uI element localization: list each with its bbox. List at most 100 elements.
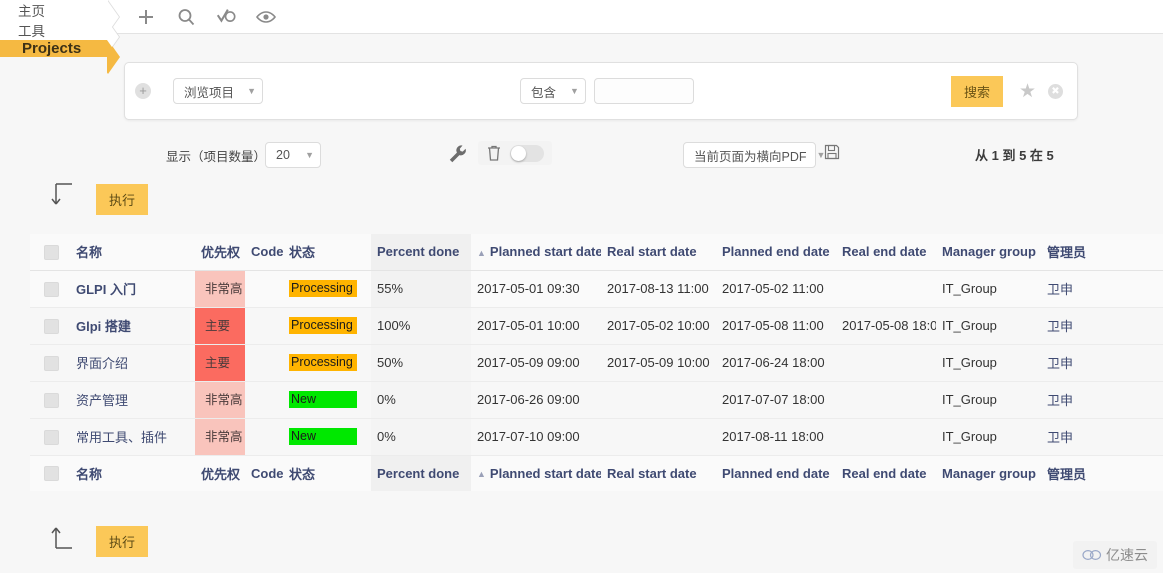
- footer-column-状态[interactable]: 状态: [283, 454, 371, 491]
- header-column-planned-start-date[interactable]: ▲ Planned start date: [471, 234, 601, 271]
- header-column-real-end-date[interactable]: Real end date: [836, 234, 936, 271]
- cell-name: 常用工具、插件: [70, 418, 195, 456]
- row-checkbox[interactable]: [44, 281, 59, 297]
- floppy-disk-icon[interactable]: [824, 144, 840, 160]
- column-label: Real start date: [607, 244, 697, 260]
- header-column-管理员[interactable]: 管理员: [1041, 234, 1163, 271]
- table-row[interactable]: 常用工具、插件 非常高 New 0% 2017-07-10 09:00 2017-08-1…: [30, 418, 1163, 456]
- breadcrumb-item-3[interactable]: Projects: [0, 40, 121, 74]
- header-select-all-cell: [30, 234, 70, 271]
- cell-status: Processing: [283, 270, 371, 308]
- column-label: Code: [251, 244, 283, 260]
- footer-select-all-cell: [30, 454, 70, 491]
- header-column-状态[interactable]: 状态: [283, 234, 371, 271]
- limit-value: 20: [276, 148, 290, 162]
- select-all-checkbox[interactable]: [44, 244, 59, 260]
- search-button[interactable]: 搜索: [950, 75, 1003, 107]
- priority-badge: 主要: [195, 344, 245, 380]
- execute-button-top[interactable]: 执行: [96, 184, 149, 215]
- header-column-manager-group[interactable]: Manager group: [936, 234, 1041, 271]
- priority-badge: 非常高: [195, 418, 245, 454]
- cell-manager: 卫申: [1041, 270, 1163, 308]
- row-checkbox[interactable]: [44, 429, 59, 445]
- column-label: 管理员: [1047, 245, 1087, 261]
- table-row[interactable]: Glpi 搭建 主要 Processing 100% 2017-05-01 10:00 2…: [30, 307, 1163, 345]
- cell-real-start-date: 2017-05-02 10:00: [601, 307, 716, 345]
- trash-icon[interactable]: [486, 144, 502, 162]
- cell-real-start-date: 2017-05-09 10:00: [601, 344, 716, 382]
- footer-column-manager-group[interactable]: Manager group: [936, 454, 1041, 491]
- execute-button-bottom[interactable]: 执行: [96, 526, 149, 557]
- breadcrumb-item-1[interactable]: 主页: [0, 0, 121, 34]
- footer-column-real-end-date[interactable]: Real end date: [836, 454, 936, 491]
- projects-table-container: 名称 优先权 Code 状态 Percent done ▲ Planned start da…: [30, 234, 1163, 491]
- header-column-code[interactable]: Code: [245, 234, 283, 271]
- cell-real-end-date: 2017-05-08 18:00: [836, 307, 936, 345]
- column-label: 状态: [289, 245, 316, 261]
- column-label: 名称: [76, 245, 103, 261]
- footer-column-real-start-date[interactable]: Real start date: [601, 454, 716, 491]
- header-column-real-start-date[interactable]: Real start date: [601, 234, 716, 271]
- breadcrumb: 主页 工具 Projects: [0, 0, 121, 74]
- select-all-checkbox[interactable]: [44, 466, 59, 482]
- cell-planned-start-date: 2017-05-01 10:00: [471, 307, 601, 345]
- column-label: Percent done: [377, 465, 460, 481]
- cell-code: [245, 307, 283, 345]
- column-label: Real end date: [842, 465, 927, 481]
- list-toolbar: 显示（项目数量） 20 ▼ 当前页面为横向PDF ▼ 从 1 到 5 在 5: [0, 138, 1163, 174]
- star-icon[interactable]: ★: [1019, 82, 1036, 101]
- arrow-down-hook-icon: [48, 181, 78, 209]
- row-checkbox[interactable]: [44, 355, 59, 371]
- mass-action-toggle[interactable]: [510, 144, 544, 162]
- footer-column-code[interactable]: Code: [245, 454, 283, 491]
- cell-code: [245, 418, 283, 456]
- row-checkbox[interactable]: [44, 392, 59, 408]
- plus-icon[interactable]: [135, 6, 157, 28]
- header-column-percent-done[interactable]: Percent done: [371, 234, 471, 271]
- header-column-优先权[interactable]: 优先权: [195, 234, 245, 271]
- header-column-planned-end-date[interactable]: Planned end date: [716, 234, 836, 271]
- column-label: Manager group: [942, 244, 1036, 260]
- cell-planned-start-date: 2017-06-26 09:00: [471, 381, 601, 419]
- table-row[interactable]: GLPI 入门 非常高 Processing 55% 2017-05-01 09:30 2…: [30, 270, 1163, 308]
- header-column-名称[interactable]: 名称: [70, 234, 195, 271]
- table-row[interactable]: 资产管理 非常高 New 0% 2017-06-26 09:00 2017-07-07 1…: [30, 381, 1163, 419]
- validation-icon[interactable]: [215, 6, 237, 28]
- row-select-cell: [30, 418, 70, 456]
- add-criteria-icon[interactable]: +: [135, 83, 151, 99]
- project-link[interactable]: 常用工具、插件: [76, 430, 167, 445]
- table-row[interactable]: 界面介绍 主要 Processing 50% 2017-05-09 09:00 2017-…: [30, 344, 1163, 382]
- eye-icon[interactable]: [255, 6, 277, 28]
- footer-column-planned-start-date[interactable]: ▲ Planned start date: [471, 454, 601, 491]
- row-checkbox[interactable]: [44, 318, 59, 334]
- project-link[interactable]: GLPI 入门: [76, 282, 136, 297]
- footer-column-percent-done[interactable]: Percent done: [371, 454, 471, 491]
- project-link[interactable]: 资产管理: [76, 393, 128, 408]
- cell-planned-end-date: 2017-06-24 18:00: [716, 344, 836, 382]
- cell-manager-group: IT_Group: [936, 307, 1041, 345]
- project-link[interactable]: 界面介绍: [76, 356, 128, 371]
- column-label: Percent done: [377, 244, 460, 260]
- search-input[interactable]: [593, 78, 694, 104]
- cell-priority: 主要: [195, 344, 245, 382]
- limit-select[interactable]: 20 ▼: [265, 142, 321, 168]
- search-operator-select[interactable]: 包含 ▼: [519, 78, 586, 104]
- search-field-select[interactable]: 浏览项目 ▼: [173, 78, 263, 104]
- breadcrumb-item-2[interactable]: 工具: [0, 20, 121, 54]
- project-link[interactable]: Glpi 搭建: [76, 319, 131, 334]
- cell-percent-done: 0%: [371, 381, 471, 419]
- export-format-select[interactable]: 当前页面为横向PDF ▼: [683, 142, 825, 168]
- column-label: Manager group: [942, 465, 1036, 481]
- limit-label: 显示（项目数量）: [166, 150, 267, 164]
- result-count: 从 1 到 5 在 5: [975, 148, 1054, 163]
- reset-icon[interactable]: ✖: [1048, 83, 1063, 99]
- footer-column-名称[interactable]: 名称: [70, 454, 195, 491]
- footer-column-planned-end-date[interactable]: Planned end date: [716, 454, 836, 491]
- footer-column-管理员[interactable]: 管理员: [1041, 454, 1163, 491]
- search-icon[interactable]: [175, 6, 197, 28]
- footer-column-优先权[interactable]: 优先权: [195, 454, 245, 491]
- wrench-icon[interactable]: [447, 143, 469, 165]
- cell-real-start-date: [601, 418, 716, 456]
- column-label: Planned start date: [489, 244, 601, 260]
- status-badge: Processing: [289, 280, 357, 297]
